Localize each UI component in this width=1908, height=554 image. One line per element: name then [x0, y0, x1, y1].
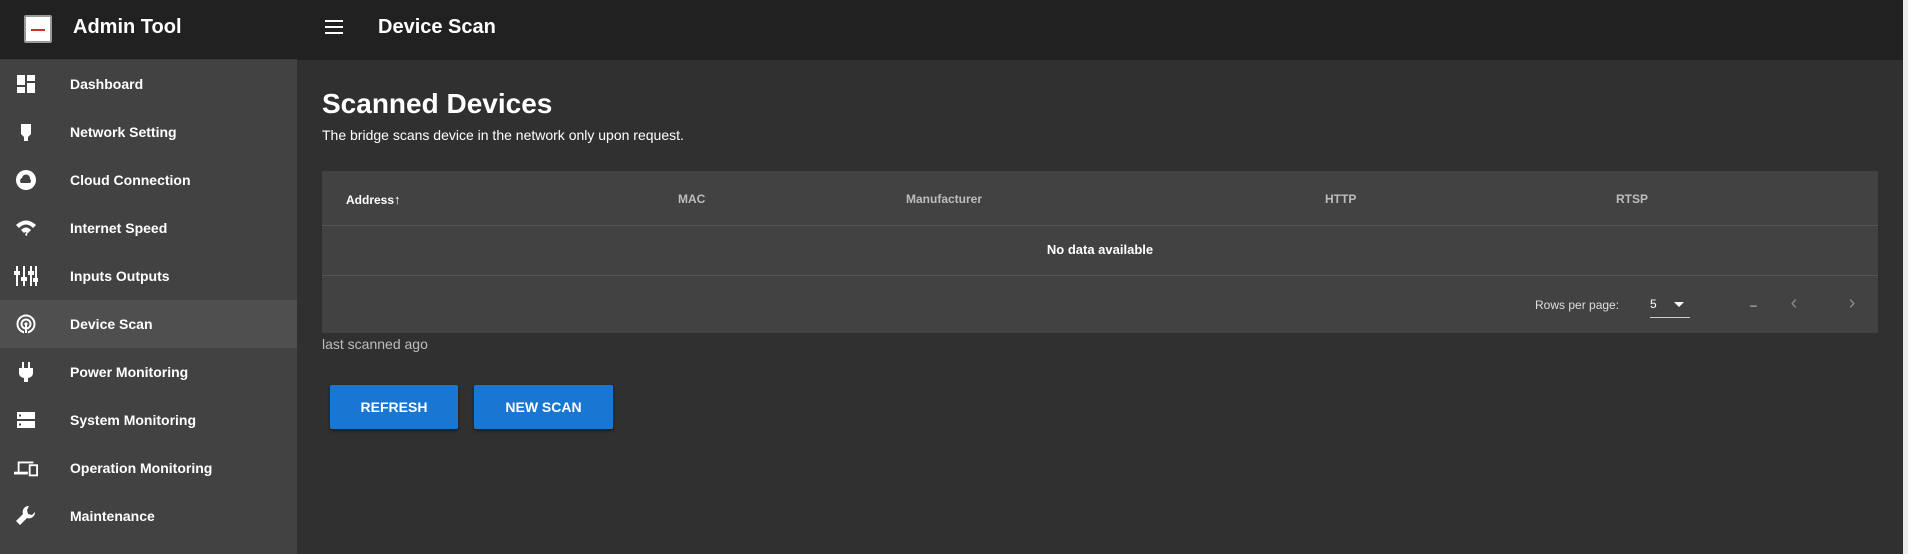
server-icon — [14, 408, 38, 432]
top-app-bar: Admin Tool Device Scan — [0, 0, 1903, 60]
devices-table: Address↑ MAC Manufacturer HTTP RTSP No d… — [322, 171, 1878, 333]
sidebar-item-operation-monitoring[interactable]: Operation Monitoring — [0, 444, 297, 492]
sidebar: Dashboard Network Setting Cloud Connecti… — [0, 60, 297, 554]
rows-per-page-select[interactable]: 5 — [1650, 294, 1690, 318]
sidebar-item-label: Maintenance — [70, 508, 155, 524]
sidebar-item-label: Operation Monitoring — [70, 460, 213, 476]
last-scanned-text: last scanned ago — [322, 336, 428, 352]
column-header-manufacturer[interactable]: Manufacturer — [906, 192, 982, 206]
sidebar-item-system-monitoring[interactable]: System Monitoring — [0, 396, 297, 444]
new-scan-button[interactable]: NEW SCAN — [474, 385, 613, 429]
empty-state-text: No data available — [322, 226, 1878, 276]
page-title: Device Scan — [378, 16, 496, 38]
column-header-label: Address — [346, 193, 395, 207]
rows-per-page-label: Rows per page: — [1535, 298, 1620, 312]
chevron-left-icon[interactable]: ‹ — [1782, 292, 1806, 316]
plug-icon — [14, 360, 38, 384]
radar-icon — [14, 312, 38, 336]
sidebar-item-label: Device Scan — [70, 316, 153, 332]
table-footer: Rows per page: 5 – ‹ › — [322, 276, 1878, 332]
app-title: Admin Tool — [73, 16, 182, 38]
dashboard-icon — [14, 72, 38, 96]
section-title: Scanned Devices — [322, 88, 553, 119]
sidebar-item-device-scan[interactable]: Device Scan — [0, 300, 297, 348]
sidebar-item-label: Inputs Outputs — [70, 268, 170, 284]
cloud-icon — [14, 168, 38, 192]
window-scrollbar[interactable] — [1903, 0, 1908, 554]
refresh-button[interactable]: REFRESH — [330, 385, 458, 429]
chevron-right-icon[interactable]: › — [1840, 292, 1864, 316]
sidebar-item-label: Network Setting — [70, 124, 177, 140]
pagination-range: – — [1750, 298, 1757, 312]
sidebar-item-label: Power Monitoring — [70, 364, 189, 380]
brand: Admin Tool — [0, 0, 297, 60]
main-content: Scanned Devices The bridge scans device … — [297, 60, 1903, 554]
wifi-icon — [14, 216, 38, 240]
column-header-rtsp[interactable]: RTSP — [1616, 192, 1648, 206]
sidebar-item-label: Dashboard — [70, 76, 144, 92]
sidebar-item-network-setting[interactable]: Network Setting — [0, 108, 297, 156]
table-header: Address↑ MAC Manufacturer HTTP RTSP — [322, 171, 1878, 226]
sidebar-item-label: Internet Speed — [70, 220, 168, 236]
sidebar-item-maintenance[interactable]: Maintenance — [0, 492, 297, 540]
app-window: Admin Tool Device Scan Dashboard Network… — [0, 0, 1908, 554]
sort-arrow-up-icon: ↑ — [394, 192, 401, 207]
column-header-address[interactable]: Address↑ — [346, 192, 401, 207]
sidebar-item-internet-speed[interactable]: Internet Speed — [0, 204, 297, 252]
wrench-icon — [14, 504, 38, 528]
column-header-http[interactable]: HTTP — [1325, 192, 1356, 206]
app-logo-icon — [24, 15, 52, 43]
rows-per-page-value: 5 — [1650, 297, 1657, 311]
sidebar-item-dashboard[interactable]: Dashboard — [0, 60, 297, 108]
inputs-outputs-icon — [14, 264, 38, 288]
section-subtitle: The bridge scans device in the network o… — [322, 127, 684, 143]
hamburger-menu-icon[interactable] — [322, 16, 346, 40]
caret-down-icon — [1674, 302, 1684, 307]
devices-icon — [14, 456, 38, 480]
sidebar-item-inputs-outputs[interactable]: Inputs Outputs — [0, 252, 297, 300]
sidebar-item-cloud-connection[interactable]: Cloud Connection — [0, 156, 297, 204]
sidebar-item-label: System Monitoring — [70, 412, 197, 428]
sidebar-item-label: Cloud Connection — [70, 172, 191, 188]
column-header-mac[interactable]: MAC — [678, 192, 705, 206]
ethernet-icon — [14, 120, 38, 144]
sidebar-item-power-monitoring[interactable]: Power Monitoring — [0, 348, 297, 396]
